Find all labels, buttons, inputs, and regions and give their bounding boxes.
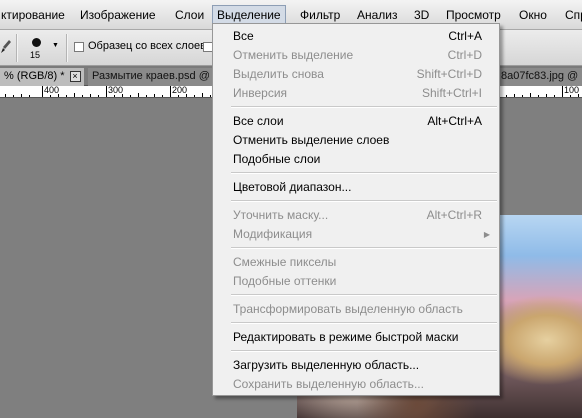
menu-separator <box>231 172 497 174</box>
menu-separator <box>231 200 497 202</box>
close-icon[interactable]: × <box>69 70 81 82</box>
menu-separator <box>231 350 497 352</box>
menu-select[interactable]: Выделение <box>212 5 286 25</box>
brush-size-value: 15 <box>30 50 41 60</box>
menu-edit[interactable]: ктирование <box>0 5 69 25</box>
options-divider <box>66 34 68 62</box>
menu-filter[interactable]: Фильтр <box>296 5 344 25</box>
menu-item-shortcut: Ctrl+D <box>447 48 482 62</box>
tab-document-1[interactable]: % (RGB/8) * × <box>0 68 84 86</box>
menu-item-label: Редактировать в режиме быстрой маски <box>233 330 459 344</box>
menu-item-transform-selection[interactable]: Трансформировать выделенную область <box>213 300 499 319</box>
submenu-arrow-icon: ▶ <box>483 230 490 239</box>
menu-view[interactable]: Просмотр <box>442 5 505 25</box>
brush-tool-icon[interactable] <box>0 39 12 55</box>
menu-item-save-selection[interactable]: Сохранить выделенную область... <box>213 375 499 394</box>
menu-item-inverse[interactable]: Инверсия Shift+Ctrl+I <box>213 84 499 103</box>
menu-item-label: Смежные пикселы <box>233 255 337 269</box>
menu-item-color-range[interactable]: Цветовой диапазон... <box>213 178 499 197</box>
menu-item-label: Трансформировать выделенную область <box>233 302 463 316</box>
menu-item-label: Отменить выделение <box>233 48 354 62</box>
menu-item-label: Подобные слои <box>233 152 321 166</box>
tab-label: Размытие краев.psd @ <box>92 70 210 82</box>
menu-item-similar[interactable]: Подобные оттенки <box>213 272 499 291</box>
menu-item-label: Подобные оттенки <box>233 274 337 288</box>
select-menu-dropdown: Все Ctrl+A Отменить выделение Ctrl+D Выд… <box>212 23 500 396</box>
menu-item-deselect[interactable]: Отменить выделение Ctrl+D <box>213 46 499 65</box>
menu-item-deselect-layers[interactable]: Отменить выделение слоев <box>213 131 499 150</box>
menu-separator <box>231 294 497 296</box>
menu-item-shortcut: Shift+Ctrl+I <box>421 86 482 100</box>
menu-help[interactable]: Спр <box>561 5 582 25</box>
menu-item-label: Уточнить маску... <box>233 208 329 222</box>
menu-item-label: Все слои <box>233 114 284 128</box>
sample-all-layers-label: Образец со всех слоев <box>88 40 206 52</box>
menu-item-label: Сохранить выделенную область... <box>233 377 424 391</box>
tab-document-2[interactable]: Размытие краев.psd @ <box>88 68 218 86</box>
tab-document-3[interactable]: 8a07fc83.jpg @ <box>497 68 582 86</box>
chevron-down-icon: ▼ <box>52 42 59 49</box>
menu-item-label: Модификация <box>233 227 313 241</box>
tab-label: % (RGB/8) * <box>4 70 65 82</box>
tab-label: 8a07fc83.jpg @ <box>501 70 579 82</box>
menu-item-label: Инверсия <box>233 86 288 100</box>
ruler-label: 200 <box>172 86 188 95</box>
menu-item-load-selection[interactable]: Загрузить выделенную область... <box>213 356 499 375</box>
menu-3d[interactable]: 3D <box>410 5 433 25</box>
ruler-label: 400 <box>44 86 60 95</box>
menu-item-quick-mask[interactable]: Редактировать в режиме быстрой маски <box>213 328 499 347</box>
menu-separator <box>231 106 497 108</box>
menu-item-label: Загрузить выделенную область... <box>233 358 420 372</box>
menu-item-label: Отменить выделение слоев <box>233 133 390 147</box>
menu-item-all[interactable]: Все Ctrl+A <box>213 27 499 46</box>
menu-window[interactable]: Окно <box>515 5 551 25</box>
menu-item-refine-mask[interactable]: Уточнить маску... Alt+Ctrl+R <box>213 206 499 225</box>
menu-image[interactable]: Изображение <box>76 5 160 25</box>
menu-item-modify[interactable]: Модификация ▶ <box>213 225 499 244</box>
menu-item-similar-layers[interactable]: Подобные слои <box>213 150 499 169</box>
ruler-label: 300 <box>108 86 124 95</box>
menu-item-reselect[interactable]: Выделить снова Shift+Ctrl+D <box>213 65 499 84</box>
menu-item-shortcut: Ctrl+A <box>448 29 482 43</box>
menu-item-shortcut: Alt+Ctrl+R <box>426 208 482 222</box>
brush-tip-icon <box>32 38 41 47</box>
menu-separator <box>231 247 497 249</box>
menu-item-label: Цветовой диапазон... <box>233 180 352 194</box>
menu-item-shortcut: Alt+Ctrl+A <box>427 114 482 128</box>
menu-item-shortcut: Shift+Ctrl+D <box>416 67 482 81</box>
ruler-label: 100 <box>564 86 580 95</box>
menu-item-grow[interactable]: Смежные пикселы <box>213 253 499 272</box>
sample-all-layers-checkbox[interactable] <box>74 42 84 52</box>
options-divider <box>16 34 18 62</box>
menu-separator <box>231 322 497 324</box>
menu-layers[interactable]: Слои <box>171 5 208 25</box>
menu-item-label: Все <box>233 29 254 43</box>
menu-item-label: Выделить снова <box>233 67 324 81</box>
menu-item-all-layers[interactable]: Все слои Alt+Ctrl+A <box>213 112 499 131</box>
menu-analysis[interactable]: Анализ <box>353 5 402 25</box>
